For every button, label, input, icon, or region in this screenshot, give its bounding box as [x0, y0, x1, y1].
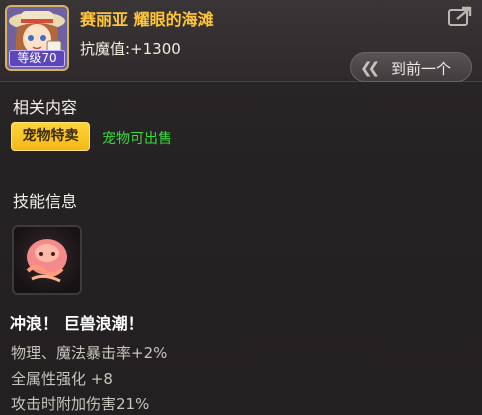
previous-button[interactable]: ❮❮ 到前一个 [350, 52, 472, 82]
double-chevron-left-icon: ❮❮ [360, 59, 380, 77]
magic-resist-value: 抗魔值:+1300 [80, 40, 181, 58]
skill-stat: 全属性强化 +8 [11, 370, 113, 388]
pet-title: 赛丽亚 耀眼的海滩 [80, 10, 214, 29]
share-icon [448, 6, 472, 26]
skill-name: 冲浪！ 巨兽浪潮！ [10, 314, 144, 333]
pet-info-panel: 等级70 赛丽亚 耀眼的海滩 抗魔值:+1300 ❮❮ 到前一个 相关内容 宠物… [0, 0, 482, 415]
pet-sale-button[interactable]: 宠物特卖 [11, 122, 90, 151]
skill-info-heading: 技能信息 [13, 192, 78, 211]
previous-button-label: 到前一个 [391, 60, 452, 78]
skill-icon-frame[interactable] [12, 225, 82, 295]
related-content-heading: 相关内容 [13, 98, 78, 117]
skill-stat: 物理、魔法暴击率+2% [11, 344, 168, 362]
pink-creature-wave-icon [26, 239, 67, 283]
share-button[interactable] [447, 6, 473, 28]
pet-sellable-note: 宠物可出售 [102, 131, 172, 147]
level-badge: 等级70 [9, 50, 65, 67]
character-avatar[interactable]: 等级70 [5, 5, 69, 71]
skill-stat: 攻击时附加伤害21% [11, 395, 150, 413]
pet-header: 等级70 赛丽亚 耀眼的海滩 抗魔值:+1300 ❮❮ 到前一个 [0, 0, 482, 82]
